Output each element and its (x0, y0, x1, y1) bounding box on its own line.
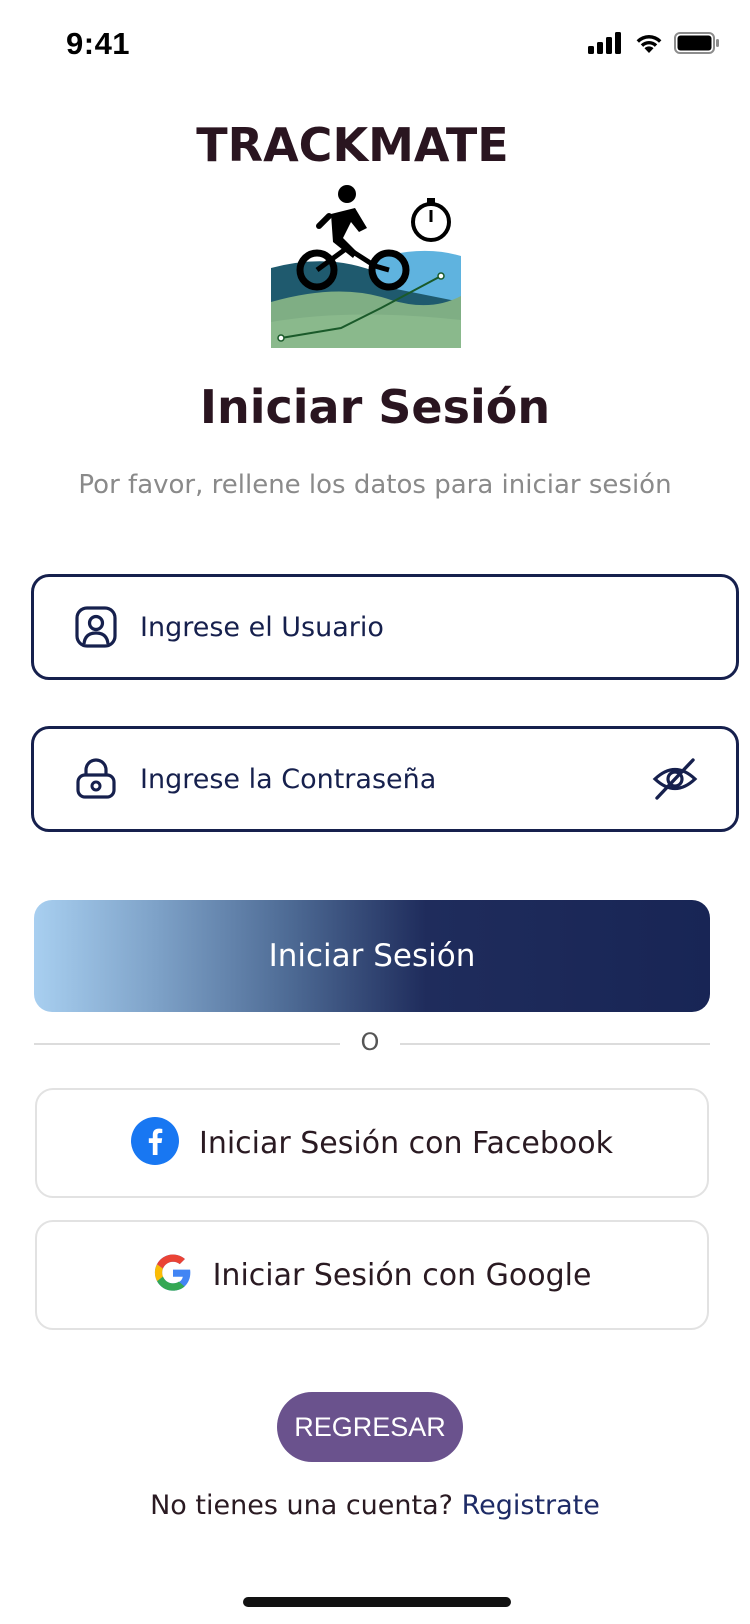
facebook-icon (130, 1117, 179, 1169)
username-input[interactable] (140, 597, 736, 657)
google-login-label: Iniciar Sesión con Google (212, 1257, 592, 1293)
register-prompt: No tienes una cuenta? (150, 1490, 453, 1521)
lock-icon (74, 757, 118, 801)
username-field[interactable] (31, 574, 739, 680)
back-button[interactable]: REGRESAR (277, 1392, 463, 1462)
divider-line-right (400, 1043, 710, 1045)
facebook-login-button[interactable]: Iniciar Sesión con Facebook (35, 1088, 709, 1198)
status-bar: 9:41 (0, 0, 750, 96)
password-field[interactable] (31, 726, 739, 832)
home-indicator[interactable] (243, 1597, 511, 1607)
cyclist-logo-icon (271, 182, 461, 348)
status-time: 9:41 (66, 26, 131, 61)
user-icon (74, 605, 118, 649)
google-login-button[interactable]: Iniciar Sesión con Google (35, 1220, 709, 1330)
cellular-signal-icon (588, 32, 624, 58)
battery-icon (674, 32, 720, 58)
register-link[interactable]: Registrate (462, 1490, 600, 1521)
subtitle: Por favor, rellene los datos para inicia… (78, 470, 672, 500)
app-title: TRACKMATE (196, 118, 509, 172)
page-title: Iniciar Sesión (199, 380, 551, 434)
eye-off-icon[interactable] (650, 754, 700, 804)
divider-text: O (360, 1028, 380, 1056)
wifi-icon (634, 32, 664, 58)
login-button[interactable]: Iniciar Sesión (34, 900, 710, 1012)
facebook-login-label: Iniciar Sesión con Facebook (198, 1125, 613, 1161)
register-row: No tienes una cuenta? Registrate (0, 1490, 750, 1521)
divider-line-left (34, 1043, 340, 1045)
google-icon (153, 1253, 193, 1297)
password-input[interactable] (140, 749, 650, 809)
status-icons (588, 32, 720, 58)
